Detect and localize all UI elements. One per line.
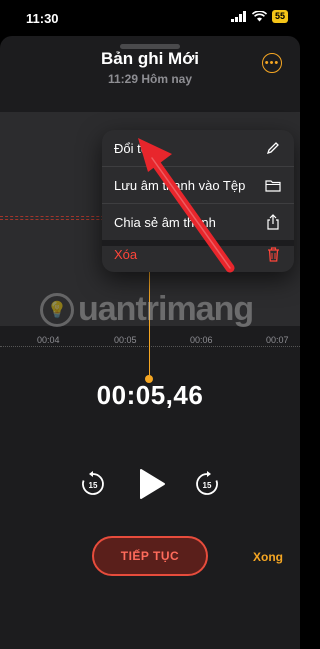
skip-back-15-icon: 15 [82, 471, 104, 495]
watermark-logo-icon: 💡 [40, 292, 74, 327]
status-icons: 55 [230, 10, 288, 23]
menu-item-rename[interactable]: Đổi tên [102, 130, 294, 166]
skip-forward-15-icon: 15 [196, 471, 218, 495]
timeline-tick: 00:04 [37, 335, 60, 345]
timeline-tick: 00:07 [266, 335, 289, 345]
resume-button[interactable]: TIẾP TỤC [92, 536, 208, 576]
menu-item-label: Xóa [114, 246, 138, 262]
menu-item-label: Lưu âm thanh vào Tệp [114, 177, 246, 193]
watermark: 💡 uantrimang [40, 290, 254, 329]
recording-title: Bản ghi Mới [100, 49, 200, 68]
recording-date: 11:29 Hôm nay [107, 72, 193, 86]
done-button[interactable]: Xong [253, 550, 283, 564]
pencil-icon [264, 139, 282, 157]
menu-item-label: Đổi tên [114, 140, 156, 156]
share-icon [264, 213, 282, 231]
menu-item-label: Chia sẻ âm thanh [114, 214, 216, 230]
skip-forward-button[interactable]: 15 [194, 471, 220, 497]
battery-icon: 55 [271, 10, 288, 23]
menu-item-save-to-files[interactable]: Lưu âm thanh vào Tệp [102, 167, 294, 203]
context-menu: Đổi tên Lưu âm thanh vào Tệp Chia sẻ âm … [102, 130, 294, 272]
trash-icon [264, 245, 282, 263]
wifi-icon [251, 11, 267, 22]
signal-icon [230, 11, 246, 22]
menu-item-share-audio[interactable]: Chia sẻ âm thanh [102, 204, 294, 240]
timeline-tick: 00:06 [190, 335, 213, 345]
skip-forward-label: 15 [203, 481, 212, 490]
folder-icon [264, 176, 282, 194]
skip-back-button[interactable]: 15 [80, 471, 106, 497]
more-options-button[interactable]: ••• [262, 53, 282, 73]
timeline-tick: 00:05 [114, 335, 137, 345]
ellipsis-icon: ••• [264, 56, 280, 69]
status-time: 11:30 [26, 11, 59, 26]
play-icon [140, 469, 165, 499]
menu-item-delete[interactable]: Xóa [102, 236, 294, 272]
watermark-text: uantrimang [78, 290, 254, 328]
skip-back-label: 15 [89, 481, 98, 490]
elapsed-time: 00:05,46 [96, 380, 204, 410]
play-button[interactable] [136, 466, 168, 502]
status-bar: 11:30 55 [0, 0, 300, 34]
